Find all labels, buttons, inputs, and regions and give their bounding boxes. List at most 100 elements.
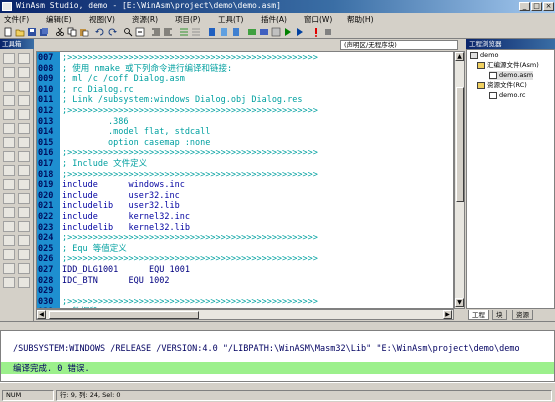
- tool-listview-icon[interactable]: [3, 165, 15, 176]
- tab-resources[interactable]: 资源: [512, 310, 533, 320]
- menu-help[interactable]: 帮助(H): [347, 14, 374, 25]
- link-icon[interactable]: [259, 27, 269, 37]
- menu-tools[interactable]: 工具(T): [218, 14, 243, 25]
- stop-icon[interactable]: [323, 27, 333, 37]
- tree-node-project[interactable]: demo: [470, 51, 498, 60]
- tool-rebar-icon[interactable]: [18, 221, 30, 232]
- tab-project[interactable]: 工程: [468, 310, 489, 320]
- go-icon[interactable]: [283, 27, 293, 37]
- tab-blocks[interactable]: 块: [492, 310, 507, 320]
- tool-button-icon[interactable]: [18, 67, 30, 78]
- tool-listbox-icon[interactable]: [18, 95, 30, 106]
- tool-pager-icon[interactable]: [3, 235, 15, 246]
- tree-node-asm-folder[interactable]: 汇编源文件(Asm): [477, 61, 539, 70]
- editor-horizontal-scrollbar[interactable]: ◀ ▶: [36, 309, 454, 320]
- tool-extra1-icon[interactable]: [3, 277, 15, 288]
- tool-image-icon[interactable]: [3, 123, 15, 134]
- menu-resource[interactable]: 资源(R): [132, 14, 158, 25]
- minimize-button[interactable]: _: [519, 2, 530, 11]
- line-number: 021: [38, 201, 54, 212]
- new-file-icon[interactable]: [3, 27, 13, 37]
- code-editor[interactable]: 007 008 009 010 011 012 013 014 015 016 017 018 019 0…: [36, 51, 454, 309]
- menu-addins[interactable]: 插件(A): [261, 14, 287, 25]
- tool-pointer-icon[interactable]: [3, 53, 15, 64]
- tool-richedit-icon[interactable]: [18, 165, 30, 176]
- tool-label-icon[interactable]: [18, 53, 30, 64]
- run-icon[interactable]: [295, 27, 305, 37]
- tool-trackbar-icon[interactable]: [3, 137, 15, 148]
- save-all-icon[interactable]: [39, 27, 49, 37]
- code-line: include windows.inc: [62, 180, 185, 191]
- menu-project[interactable]: 项目(P): [175, 14, 200, 25]
- tree-node-rc-folder[interactable]: 资源文件(RC): [477, 81, 527, 90]
- prev-bookmark-icon[interactable]: [231, 27, 241, 37]
- tool-updown-icon[interactable]: [18, 137, 30, 148]
- tree-node-demo-asm[interactable]: demo.asm: [489, 71, 534, 80]
- close-button[interactable]: ×: [543, 2, 554, 11]
- cut-icon[interactable]: [55, 27, 65, 37]
- tool-hotkey-icon[interactable]: [18, 193, 30, 204]
- scroll-left-icon[interactable]: ◀: [37, 310, 46, 319]
- horizontal-scroll-thumb[interactable]: [49, 311, 199, 319]
- editor-vertical-scrollbar[interactable]: ▲ ▼: [454, 51, 465, 309]
- uncomment-icon[interactable]: [191, 27, 201, 37]
- open-folder-icon[interactable]: [15, 27, 25, 37]
- save-icon[interactable]: [27, 27, 37, 37]
- assemble-icon[interactable]: [247, 27, 257, 37]
- line-number: 015: [38, 137, 54, 148]
- copy-icon[interactable]: [67, 27, 77, 37]
- menu-window[interactable]: 窗口(W): [304, 14, 332, 25]
- vertical-scroll-thumb[interactable]: [456, 87, 464, 202]
- code-line: ;>>>>>>>>>>>>>>>>>>>>>>>>>>>>>>>>>>>>>>>…: [62, 53, 318, 63]
- paste-icon[interactable]: [79, 27, 89, 37]
- tool-scrollbar-icon[interactable]: [18, 109, 30, 120]
- tool-tab-icon[interactable]: [3, 151, 15, 162]
- outdent-icon[interactable]: [163, 27, 173, 37]
- menu-view[interactable]: 视图(V): [89, 14, 115, 25]
- redo-icon[interactable]: [107, 27, 117, 37]
- title-bar: WinAsm Studio, demo - [E:\WinAsm\project…: [0, 0, 555, 13]
- build-icon[interactable]: [271, 27, 281, 37]
- scroll-down-icon[interactable]: ▼: [455, 298, 464, 307]
- tool-checkbox-icon[interactable]: [3, 81, 15, 92]
- procedure-combo[interactable]: (声明区/无程序块): [340, 40, 458, 50]
- tool-statusbar-icon[interactable]: [3, 179, 15, 190]
- menu-file[interactable]: 文件(F): [4, 14, 29, 25]
- next-bookmark-icon[interactable]: [219, 27, 229, 37]
- tool-header-icon[interactable]: [18, 235, 30, 246]
- tool-custom-icon[interactable]: [3, 263, 15, 274]
- line-number: 008: [38, 63, 54, 74]
- tool-combobox-icon[interactable]: [3, 109, 15, 120]
- tool-datetime-icon[interactable]: [3, 207, 15, 218]
- find-icon[interactable]: [123, 27, 133, 37]
- maximize-button[interactable]: □: [531, 2, 542, 11]
- scroll-up-icon[interactable]: ▲: [455, 52, 464, 61]
- tool-progress-icon[interactable]: [18, 123, 30, 134]
- tool-toolbar-icon[interactable]: [18, 179, 30, 190]
- tree-node-demo-rc[interactable]: demo.rc: [489, 91, 526, 100]
- code-line: ;>>>>>>>>>>>>>>>>>>>>>>>>>>>>>>>>>>>>>>>…: [62, 254, 318, 265]
- folder-icon: [477, 81, 485, 89]
- tool-edit-icon[interactable]: [3, 67, 15, 78]
- indent-icon[interactable]: [151, 27, 161, 37]
- tool-calendar-icon[interactable]: [18, 207, 30, 218]
- tool-extra2-icon[interactable]: [18, 277, 30, 288]
- tool-shape-icon[interactable]: [18, 249, 30, 260]
- menu-edit[interactable]: 编辑(E): [46, 14, 72, 25]
- tool-animate-icon[interactable]: [3, 193, 15, 204]
- replace-icon[interactable]: [135, 27, 145, 37]
- debug-icon[interactable]: [311, 27, 321, 37]
- bookmark-icon[interactable]: [207, 27, 217, 37]
- output-splitter[interactable]: [0, 321, 555, 330]
- code-line: ; 使用 nmake 或下列命令进行编译和链接:: [62, 63, 233, 74]
- comment-icon[interactable]: [179, 27, 189, 37]
- tool-link-icon[interactable]: [3, 249, 15, 260]
- tool-radio-icon[interactable]: [18, 81, 30, 92]
- scroll-right-icon[interactable]: ▶: [443, 310, 452, 319]
- tool-groupbox-icon[interactable]: [3, 95, 15, 106]
- toolbar: [0, 25, 555, 39]
- tool-treeview-icon[interactable]: [18, 151, 30, 162]
- tool-splitter-icon[interactable]: [18, 263, 30, 274]
- tool-ipaddress-icon[interactable]: [3, 221, 15, 232]
- undo-icon[interactable]: [95, 27, 105, 37]
